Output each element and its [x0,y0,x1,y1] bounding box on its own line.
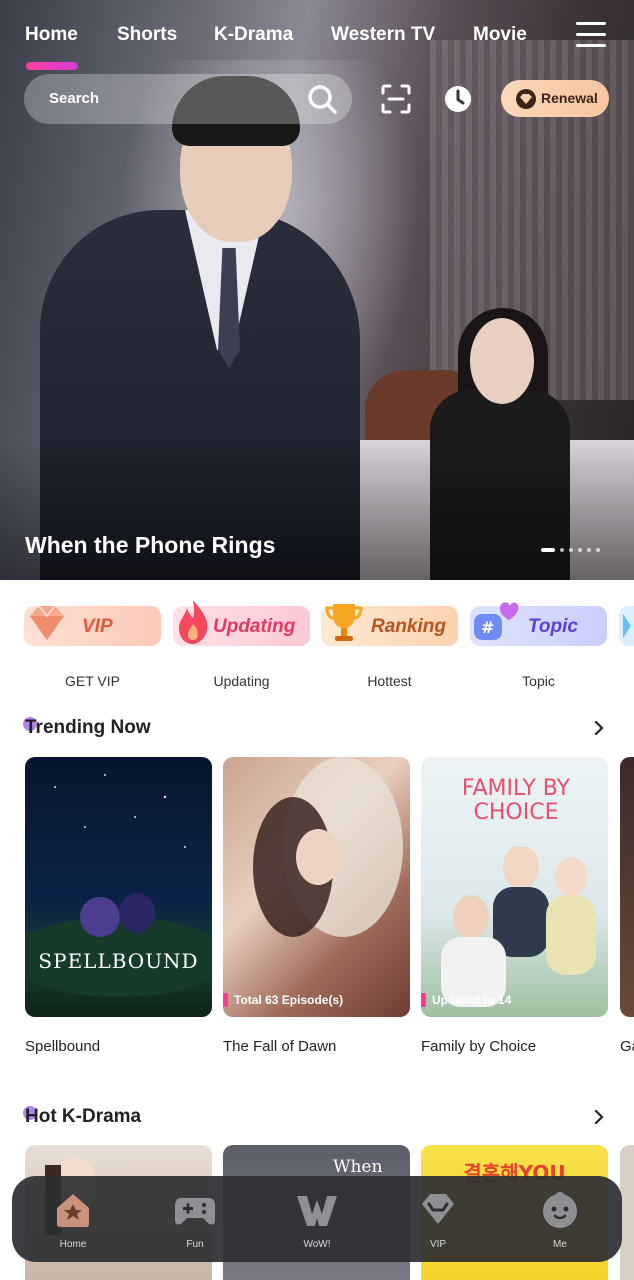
episode-badge: Total 63 Episode(s) [223,993,343,1007]
search-placeholder: Search [49,90,100,107]
ranking-pill: Ranking [321,604,458,646]
poster-title-text: FAMILY BY CHOICE [461,776,571,825]
card-title[interactable]: The Fall of Dawn [223,1038,336,1055]
bottom-nav: Home Fun WoW! VIP Me [12,1176,622,1262]
top-nav: Home Shorts K-Drama Western TV Movie [0,18,634,70]
poster-art [25,774,212,997]
category-caption: Updating [213,673,270,689]
home-icon [57,1194,89,1227]
bottom-nav-label: Home [59,1239,87,1250]
tab-shorts[interactable]: Shorts [117,24,177,46]
poster-art [441,847,596,1007]
category-caption: Hottest [367,673,412,689]
vip-diamond-icon [516,89,536,109]
search-bar[interactable]: Search [24,74,352,124]
tab-home[interactable]: Home [25,24,78,46]
app-screen: When the Phone Rings Home Shorts K-Drama… [0,0,634,1280]
gamepad-icon [175,1198,215,1225]
tab-western-tv[interactable]: Western TV [331,24,435,46]
section-title-hot-kdrama: Hot K-Drama [23,1106,142,1127]
carousel-dot [587,548,591,552]
bottom-nav-fun[interactable]: Fun [155,1190,235,1250]
hero-title[interactable]: When the Phone Rings [25,532,275,559]
renewal-button[interactable]: Renewal [501,80,609,117]
poster-card[interactable]: SPELLBOUND [25,757,212,1017]
category-topic[interactable]: # Topic Topic [470,602,607,689]
bottom-nav-label: VIP [429,1239,447,1250]
history-clock-icon[interactable] [443,84,473,114]
vip-pill: VIP [24,605,161,646]
flame-icon [179,600,208,644]
poster-card-partial[interactable] [620,757,634,1017]
carousel-dot [560,548,564,552]
diamond-icon [30,605,64,640]
renewal-label: Renewal [541,90,598,106]
chevron-right-icon[interactable] [592,1110,606,1124]
category-shortcuts: VIP GET VIP Updating Updating Ranking Ho… [0,600,634,696]
category-partial-icon [623,614,631,638]
hamburger-menu-icon[interactable] [576,22,606,48]
carousel-dot [596,548,600,552]
updating-pill-label: Updating [213,616,296,637]
card-title[interactable]: Ga [620,1038,634,1055]
bottom-nav-vip[interactable]: VIP [398,1190,478,1250]
category-caption: GET VIP [65,673,120,689]
hero-woman-face [470,318,534,404]
carousel-dot [569,548,573,552]
profile-face-icon [543,1192,577,1228]
vip-diamond-icon [422,1194,454,1224]
poster-title-text: SPELLBOUND [38,949,199,973]
trophy-icon [325,604,363,641]
hashtag-heart-icon: # [474,602,519,640]
ranking-pill-label: Ranking [371,616,446,637]
hero-shade [0,440,634,580]
category-next-partial[interactable] [619,606,634,646]
update-badge: Updated to 14 [421,993,511,1007]
chevron-right-icon[interactable] [592,721,606,735]
topic-pill-label: Topic [528,616,578,637]
vip-pill-label: VIP [82,616,113,637]
topic-pill: # Topic [470,602,607,646]
bottom-nav-label: Fun [186,1239,204,1250]
carousel-dot-active [541,548,555,552]
active-tab-indicator [26,62,78,70]
search-icon[interactable] [306,83,338,115]
poster-art [253,757,403,937]
category-ranking[interactable]: Ranking Hottest [321,604,458,689]
card-title[interactable]: Family by Choice [421,1038,536,1055]
svg-text:#: # [481,618,494,637]
category-caption: Topic [522,673,555,689]
wow-logo-icon [297,1196,337,1226]
tab-movie[interactable]: Movie [473,24,527,46]
bottom-nav-me[interactable]: Me [520,1190,600,1250]
poster-title-text: When [333,1157,383,1177]
poster-card-partial[interactable] [620,1145,634,1280]
bottom-nav-wow[interactable]: WoW! [277,1190,357,1250]
carousel-dot [578,548,582,552]
hero-banner[interactable]: When the Phone Rings Home Shorts K-Drama… [0,0,634,580]
bottom-nav-label: Me [553,1239,567,1250]
poster-card[interactable]: FAMILY BY CHOICE Updated to 14 [421,757,608,1017]
updating-pill: Updating [173,600,310,646]
scan-icon[interactable] [381,84,411,114]
category-vip[interactable]: VIP GET VIP [24,605,161,689]
carousel-indicator [541,548,600,552]
card-title[interactable]: Spellbound [25,1038,100,1055]
category-updating[interactable]: Updating Updating [173,600,310,689]
poster-card[interactable]: Total 63 Episode(s) [223,757,410,1017]
tab-k-drama[interactable]: K-Drama [214,24,293,46]
bottom-nav-label: WoW! [303,1239,331,1250]
bottom-nav-home[interactable]: Home [33,1190,113,1250]
section-title-trending: Trending Now [23,717,151,738]
